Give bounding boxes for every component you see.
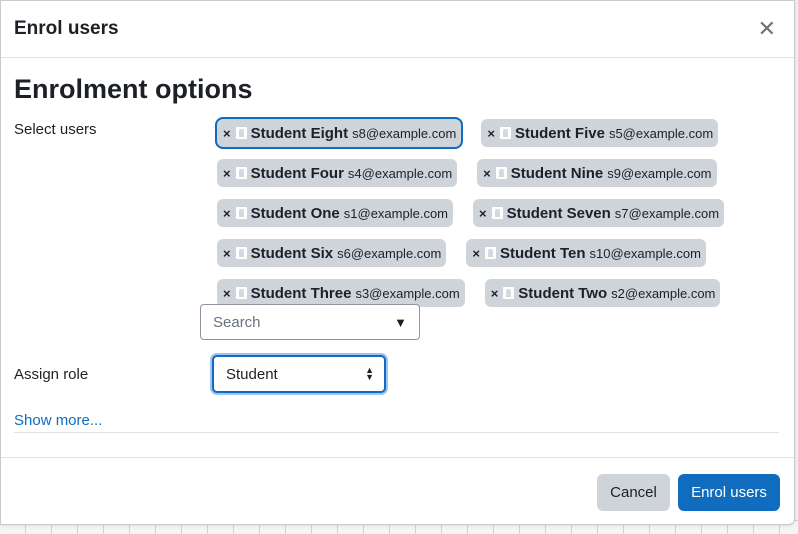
remove-icon[interactable]: ×	[491, 286, 499, 301]
dropdown-arrow-icon[interactable]: ▼	[394, 315, 407, 330]
remove-icon[interactable]: ×	[472, 246, 480, 261]
user-avatar-icon	[235, 167, 247, 179]
assign-role-label: Assign role	[14, 366, 89, 383]
dialog-header: Enrol users ✕	[1, 1, 794, 58]
enrol-users-dialog: Enrol users ✕ Enrolment options Select u…	[0, 0, 795, 525]
show-more-link[interactable]: Show more...	[14, 412, 102, 429]
user-email: s6@example.com	[337, 245, 442, 261]
user-name: Student One	[250, 204, 340, 222]
search-placeholder: Search	[213, 313, 261, 331]
select-updown-icon: ▲ ▼	[365, 365, 374, 382]
user-avatar-icon	[484, 247, 496, 259]
cancel-button[interactable]: Cancel	[597, 474, 670, 511]
remove-icon[interactable]: ×	[487, 126, 495, 141]
user-email: s4@example.com	[347, 165, 453, 181]
remove-icon[interactable]: ×	[223, 206, 231, 221]
user-search-input[interactable]: Search ▼	[200, 304, 420, 340]
user-name: Student Ten	[499, 244, 586, 262]
user-email: s2@example.com	[611, 285, 716, 301]
user-avatar-icon	[495, 167, 507, 179]
user-email: s3@example.com	[355, 285, 460, 301]
user-avatar-icon	[499, 127, 511, 139]
remove-icon[interactable]: ×	[483, 166, 491, 181]
assign-role-value: Student	[226, 365, 278, 383]
selected-user-chip[interactable]: × Student Eight s8@example.com	[214, 117, 464, 149]
user-avatar-icon	[235, 247, 247, 259]
user-avatar-icon	[503, 287, 515, 299]
remove-icon[interactable]: ×	[223, 166, 231, 181]
user-avatar-icon	[235, 207, 247, 219]
user-name: Student Eight	[250, 124, 349, 142]
close-icon[interactable]: ✕	[758, 18, 776, 40]
user-name: Student Four	[250, 164, 344, 182]
selected-user-chip[interactable]: × Student Seven s7@example.com	[473, 199, 725, 227]
dialog-title: Enrol users	[14, 18, 119, 39]
user-email: s7@example.com	[614, 205, 720, 221]
selected-user-chip[interactable]: × Student Five s5@example.com	[481, 119, 719, 147]
dialog-footer: Cancel Enrol users	[1, 457, 794, 524]
user-name: Student Seven	[506, 204, 611, 222]
user-email: s1@example.com	[343, 205, 449, 221]
user-name: Student Six	[250, 244, 334, 262]
remove-icon[interactable]: ×	[223, 246, 231, 261]
user-avatar-icon	[235, 127, 247, 139]
selected-user-chip[interactable]: × Student Nine s9@example.com	[477, 159, 717, 187]
selected-user-chip[interactable]: × Student Ten s10@example.com	[466, 239, 706, 267]
selected-user-chip[interactable]: × Student Three s3@example.com	[217, 279, 465, 307]
user-email: s5@example.com	[608, 125, 714, 141]
user-name: Student Three	[250, 284, 352, 302]
assign-role-select[interactable]: Student ▲ ▼	[212, 355, 386, 393]
selected-user-chip[interactable]: × Student Six s6@example.com	[217, 239, 447, 267]
user-name: Student Two	[518, 284, 608, 302]
remove-icon[interactable]: ×	[223, 286, 231, 301]
enrol-users-button[interactable]: Enrol users	[678, 474, 780, 511]
remove-icon[interactable]: ×	[223, 126, 231, 141]
selected-user-chip[interactable]: × Student Four s4@example.com	[217, 159, 458, 187]
remove-icon[interactable]: ×	[479, 206, 487, 221]
selected-user-chip[interactable]: × Student One s1@example.com	[217, 199, 454, 227]
divider	[14, 432, 779, 433]
selected-users-list: × Student Eight s8@example.com × Student Fiv…	[213, 115, 773, 315]
user-name: Student Five	[514, 124, 605, 142]
user-email: s10@example.com	[589, 245, 701, 261]
select-users-label: Select users	[14, 121, 97, 138]
selected-user-chip[interactable]: × Student Two s2@example.com	[484, 279, 721, 307]
select-users-row: Select users × Student Eight s8@example.co…	[14, 115, 778, 315]
dialog-body: Enrolment options Select users × Student …	[1, 58, 794, 457]
user-avatar-icon	[491, 207, 503, 219]
user-email: s9@example.com	[607, 165, 712, 181]
section-title: Enrolment options	[14, 74, 253, 104]
user-avatar-icon	[235, 287, 247, 299]
user-email: s8@example.com	[352, 125, 457, 141]
user-name: Student Nine	[510, 164, 604, 182]
